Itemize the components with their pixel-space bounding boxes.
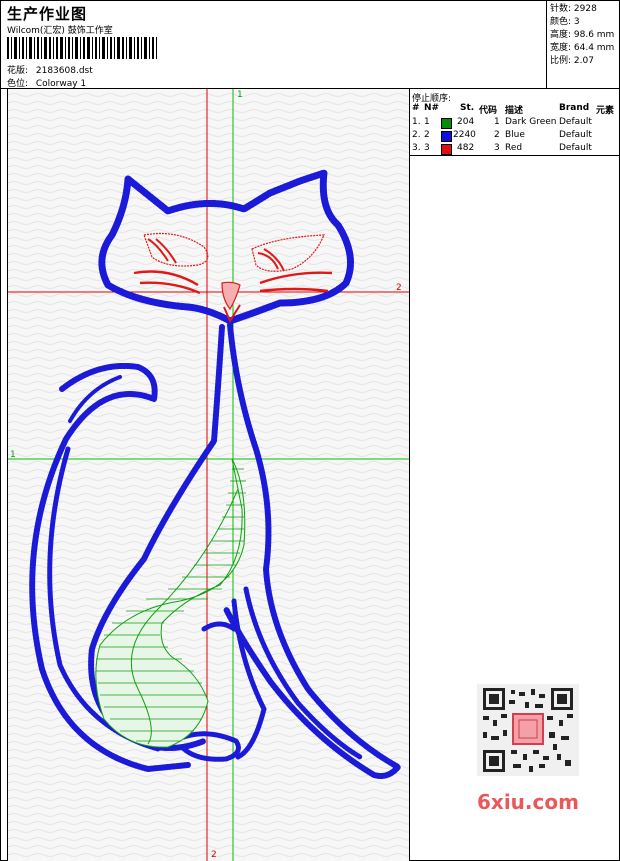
stats-block: 针数: 2928 颜色: 3 高度: 98.6 mm 宽度: 64.4 mm 比… (547, 1, 620, 89)
guide-v2-label: 2 (211, 850, 217, 860)
color-swatch-red (441, 144, 452, 155)
row-description: Red (505, 143, 523, 153)
stop-row: 1. 1 204 1 Dark Green Default (410, 117, 620, 130)
design-width: 宽度: 64.4 mm (550, 43, 615, 53)
row-description: Dark Green (505, 117, 557, 127)
barcode-image (7, 37, 157, 59)
row-number: 1 (424, 117, 430, 127)
color-count: 颜色: 3 (550, 17, 580, 27)
guide-v1-label: 1 (237, 90, 243, 100)
color-swatch-green (441, 118, 452, 129)
stitch-count: 针数: 2928 (550, 4, 597, 14)
stop-sequence-header-row: # N# St. 代码 描述 Brand 元素 (410, 103, 620, 116)
col-brand: Brand (559, 103, 590, 113)
header-block: 生产作业图 Wilcom(汇宏) 鼓饰工作室 花版: 2183608.dst 色… (1, 1, 547, 89)
row-brand: Default (559, 117, 592, 127)
production-worksheet: 生产作业图 Wilcom(汇宏) 鼓饰工作室 花版: 2 183608.dst 色… (0, 0, 620, 861)
design-file-value: 2183608.dst (35, 66, 93, 76)
color-swatch-blue (441, 131, 452, 142)
row-brand: Default (559, 130, 592, 140)
col-description: 描述 (505, 106, 524, 116)
col-stitches: St. (460, 103, 475, 113)
page-title: 生产作业图 (7, 5, 88, 23)
guide-h2-label: 2 (396, 283, 402, 293)
design-height: 高度: 98.6 mm (550, 30, 615, 40)
row-stitches: 482 (457, 143, 475, 153)
design-canvas: 1 2 1 2 (7, 89, 410, 861)
col-code: 代码 (479, 106, 498, 116)
row-stitches: 2240 (453, 130, 476, 140)
qr-code-image (477, 684, 579, 776)
design-scale: 比例: 2.07 (550, 56, 594, 66)
colorway-line: 色位: Colorway 1 (7, 76, 86, 89)
design-file-line: 花版: 2183608.dst (7, 63, 93, 76)
row-stitches: 204 (457, 117, 475, 127)
row-number: 2 (424, 130, 430, 140)
col-element: 元素 (596, 106, 615, 116)
stop-row: 2. 2 2240 2 Blue Default (410, 130, 620, 143)
row-index: 2. (412, 130, 421, 140)
col-number: N# (424, 103, 440, 113)
row-code: 2 (494, 130, 500, 140)
row-code: 1 (494, 117, 500, 127)
guide-h1-label: 1 (10, 450, 16, 460)
row-number: 3 (424, 143, 430, 153)
watermark-text: 6xiu.com (477, 790, 579, 814)
company-name: Wilcom(汇宏) 鼓饰工作室 (7, 26, 113, 36)
col-index: # (412, 103, 420, 113)
row-brand: Default (559, 143, 592, 153)
row-code: 3 (494, 143, 500, 153)
embroidery-preview: 1 2 1 2 (8, 89, 409, 861)
colorway-value: Colorway 1 (35, 79, 87, 89)
row-description: Blue (505, 130, 525, 140)
design-file-label: 花版: (7, 66, 29, 76)
row-index: 1. (412, 117, 421, 127)
row-index: 3. (412, 143, 421, 153)
colorway-label: 色位: (7, 79, 29, 89)
panel-divider (410, 155, 620, 156)
